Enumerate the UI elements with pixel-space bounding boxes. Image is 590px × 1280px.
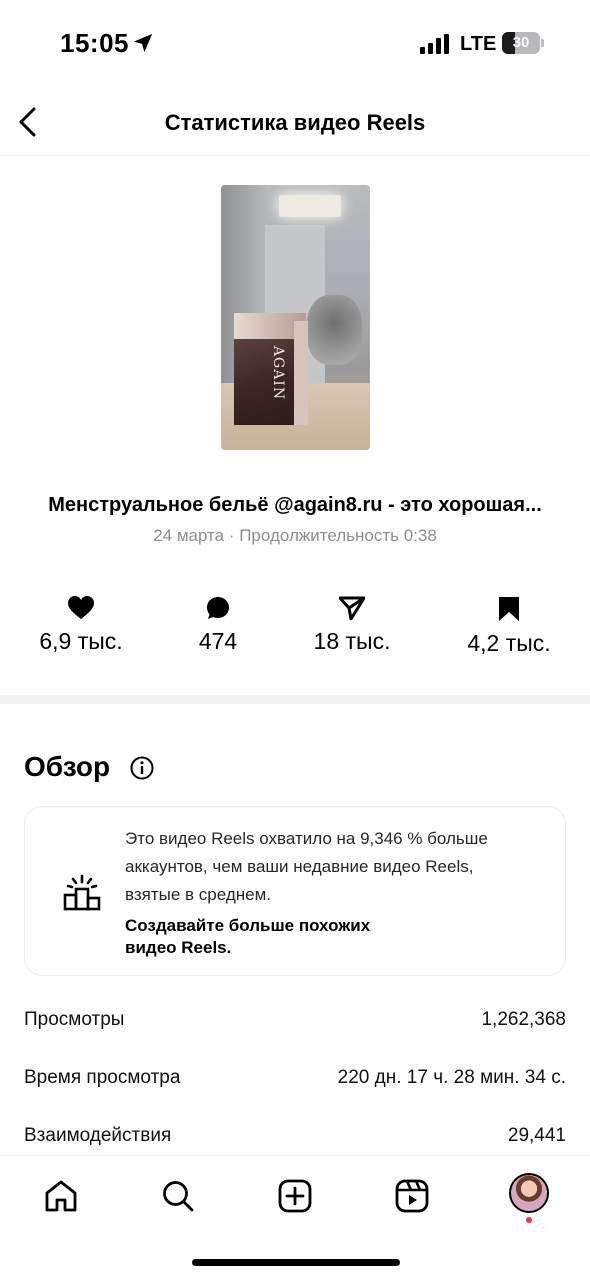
nav-search[interactable] xyxy=(156,1174,200,1218)
nav-create[interactable] xyxy=(273,1174,317,1218)
podium-icon xyxy=(63,874,101,911)
status-bar: 15:05 LTE 30 xyxy=(0,0,590,90)
profile-avatar[interactable] xyxy=(509,1173,549,1213)
reach-insight-card[interactable]: Это видео Reels охватило на 9,346 % боль… xyxy=(24,806,566,976)
section-divider xyxy=(0,695,590,704)
reel-caption: Менструальное бельё @again8.ru - это хор… xyxy=(48,494,542,516)
metric-label: Просмотры xyxy=(24,1009,125,1030)
comments-stat: 474 xyxy=(158,596,278,655)
signal-icon xyxy=(420,34,449,54)
heart-icon xyxy=(68,596,94,619)
comment-icon xyxy=(207,597,229,619)
metric-label: Время просмотра xyxy=(24,1067,181,1088)
status-time: 15:05 xyxy=(60,28,129,58)
card-cta[interactable]: Создавайте больше похожих видео Reels. xyxy=(125,915,425,959)
bookmark-icon xyxy=(499,597,519,621)
comments-count: 474 xyxy=(198,628,238,654)
home-icon xyxy=(45,1180,77,1212)
shares-count: 18 тыс. xyxy=(313,628,391,654)
share-icon xyxy=(339,596,365,620)
metric-row-watch-time: Время просмотра 220 дн. 17 ч. 28 мин. 34… xyxy=(24,1067,566,1097)
search-icon xyxy=(163,1181,194,1212)
notification-dot xyxy=(526,1217,532,1223)
metric-row-interactions: Взаимодействия 29,441 xyxy=(24,1125,566,1155)
reels-icon xyxy=(395,1179,429,1213)
overview-title: Обзор xyxy=(24,751,111,782)
battery-level: 30 xyxy=(512,34,530,51)
card-text: Это видео Reels охватило на 9,346 % боль… xyxy=(125,829,488,904)
metric-value: 1,262,368 xyxy=(481,1009,566,1030)
thumbnail-logo: AGAIN xyxy=(270,345,287,401)
page-title: Статистика видео Reels xyxy=(164,110,426,135)
metric-value: 29,441 xyxy=(507,1125,566,1146)
battery-icon: 30 xyxy=(502,32,544,54)
metric-label: Взаимодействия xyxy=(24,1125,172,1146)
home-indicator xyxy=(192,1259,400,1266)
reel-thumbnail[interactable]: AGAIN xyxy=(221,185,370,450)
likes-count: 6,9 тыс. xyxy=(39,628,123,654)
shares-stat: 18 тыс. xyxy=(292,596,412,655)
saves-stat: 4,2 тыс. xyxy=(449,596,569,657)
reel-meta: 24 марта · Продолжительность 0:38 xyxy=(153,526,437,545)
metric-row-views: Просмотры 1,262,368 xyxy=(24,1009,566,1039)
header: Статистика видео Reels xyxy=(0,90,590,156)
nav-home[interactable] xyxy=(39,1174,83,1218)
metric-value: 220 дн. 17 ч. 28 мин. 34 с. xyxy=(337,1067,566,1088)
likes-stat: 6,9 тыс. xyxy=(21,596,141,655)
saves-count: 4,2 тыс. xyxy=(467,630,551,656)
location-arrow-icon xyxy=(133,33,153,53)
create-icon xyxy=(278,1179,312,1213)
info-icon[interactable] xyxy=(130,756,154,780)
nav-reels[interactable] xyxy=(390,1174,434,1218)
network-label: LTE xyxy=(460,33,497,55)
